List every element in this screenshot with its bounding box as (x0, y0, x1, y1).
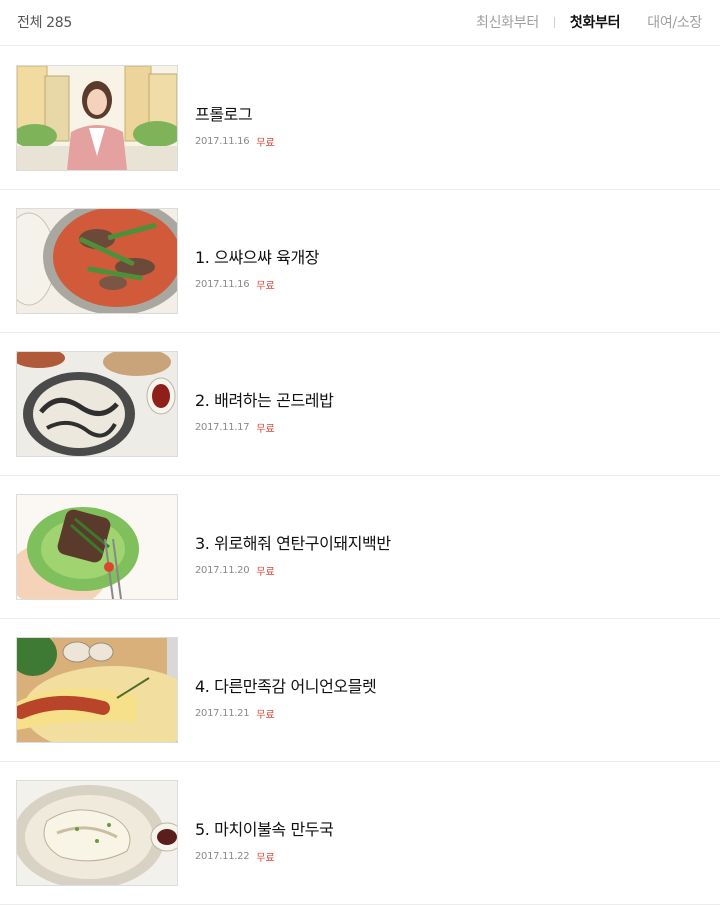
episode-item[interactable]: 3. 위로해줘 연탄구이돼지백반 2017.11.20 무료 (0, 476, 720, 619)
episode-thumbnail (16, 637, 178, 743)
episode-thumbnail (16, 351, 178, 457)
episode-info: 4. 다른만족감 어니언오믈렛 2017.11.21 무료 (195, 673, 377, 721)
episode-date: 2017.11.17 (195, 422, 250, 433)
episode-thumbnail (16, 780, 178, 886)
free-badge: 무료 (256, 281, 275, 292)
episode-thumbnail (16, 208, 178, 314)
episode-title: 프롤로그 (195, 105, 253, 124)
sort-latest-button[interactable]: 최신화부터 (476, 12, 539, 32)
episode-meta: 2017.11.22 무료 (195, 849, 333, 864)
total-episodes: 전체 285 (17, 12, 72, 32)
episode-item[interactable]: 4. 다른만족감 어니언오믈렛 2017.11.21 무료 (0, 619, 720, 762)
episode-item[interactable]: 1. 으쌰으쌰 육개장 2017.11.16 무료 (0, 190, 720, 333)
sort-controls: 최신화부터 첫화부터 대여/소장 (476, 12, 702, 32)
episode-list: 프롤로그 2017.11.16 무료 1. 으쌰으쌰 육개장 2017.11.1… (0, 47, 720, 905)
episode-date: 2017.11.16 (195, 136, 250, 147)
episode-meta: 2017.11.20 무료 (195, 563, 391, 578)
free-badge: 무료 (256, 567, 275, 578)
episode-meta: 2017.11.17 무료 (195, 420, 333, 435)
episode-date: 2017.11.16 (195, 279, 250, 290)
episode-title: 4. 다른만족감 어니언오믈렛 (195, 677, 377, 696)
sort-first-button[interactable]: 첫화부터 (570, 12, 621, 32)
episode-title: 3. 위로해줘 연탄구이돼지백반 (195, 534, 391, 553)
episode-thumbnail (16, 65, 178, 171)
episode-item[interactable]: 2. 배려하는 곤드레밥 2017.11.17 무료 (0, 333, 720, 476)
free-badge: 무료 (256, 710, 275, 721)
episode-info: 3. 위로해줘 연탄구이돼지백반 2017.11.20 무료 (195, 530, 391, 578)
episode-date: 2017.11.21 (195, 708, 250, 719)
episode-date: 2017.11.20 (195, 565, 250, 576)
free-badge: 무료 (256, 853, 275, 864)
episode-date: 2017.11.22 (195, 851, 250, 862)
episode-info: 2. 배려하는 곤드레밥 2017.11.17 무료 (195, 387, 334, 435)
total-count: 285 (46, 15, 72, 31)
episode-thumbnail (16, 494, 178, 600)
total-label: 전체 (17, 15, 43, 31)
episode-title: 1. 으쌰으쌰 육개장 (195, 248, 320, 267)
free-badge: 무료 (256, 138, 275, 149)
episode-item[interactable]: 5. 마치이불속 만두국 2017.11.22 무료 (0, 762, 720, 905)
episode-meta: 2017.11.16 무료 (195, 134, 275, 149)
sort-divider (553, 16, 555, 28)
episode-info: 프롤로그 2017.11.16 무료 (195, 101, 275, 149)
episode-meta: 2017.11.21 무료 (195, 706, 376, 721)
episode-title: 5. 마치이불속 만두국 (195, 820, 334, 839)
rent-own-button[interactable]: 대여/소장 (647, 12, 702, 32)
episode-item[interactable]: 프롤로그 2017.11.16 무료 (0, 47, 720, 190)
episode-info: 5. 마치이불속 만두국 2017.11.22 무료 (195, 816, 334, 864)
free-badge: 무료 (256, 424, 275, 435)
episode-list-header: 전체 285 최신화부터 첫화부터 대여/소장 (0, 0, 720, 46)
episode-info: 1. 으쌰으쌰 육개장 2017.11.16 무료 (195, 244, 319, 292)
episode-title: 2. 배려하는 곤드레밥 (195, 391, 334, 410)
episode-meta: 2017.11.16 무료 (195, 277, 319, 292)
